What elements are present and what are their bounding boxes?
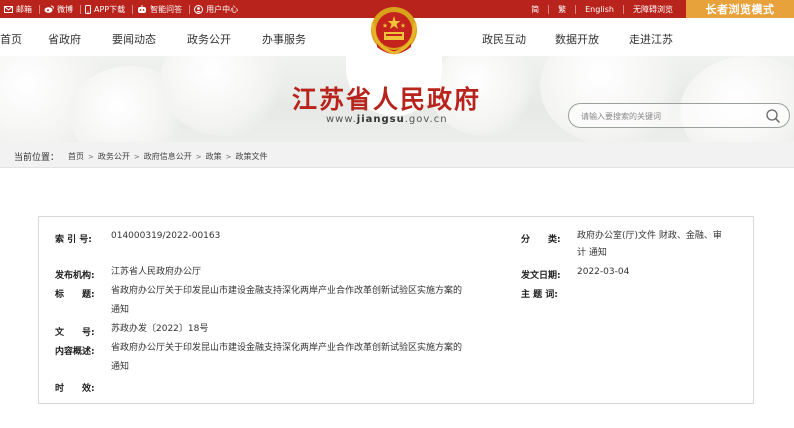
mail-icon bbox=[4, 5, 13, 13]
summary-value-line2: 通知 bbox=[111, 362, 130, 372]
breadcrumb-item-affairs[interactable]: 政务公开 bbox=[98, 151, 130, 162]
nav-item-interaction[interactable]: 政民互动 bbox=[482, 31, 526, 47]
breadcrumb-item-home[interactable]: 首页 bbox=[68, 151, 84, 162]
user-center-label: 用户中心 bbox=[206, 4, 239, 14]
site-url: www.jiangsu.gov.cn bbox=[326, 114, 448, 125]
document-number-label: 文 号: bbox=[55, 328, 95, 338]
breadcrumb-bar: 当前位置： 首页 > 政务公开 > 政府信息公开 > 政策 > 政策文件 bbox=[0, 142, 794, 168]
validity-label: 时 效: bbox=[55, 384, 95, 394]
robot-icon bbox=[137, 4, 147, 14]
title-label: 标 题: bbox=[55, 290, 95, 300]
nav-item-affairs[interactable]: 政务公开 bbox=[187, 31, 231, 47]
issue-date-label: 发文日期: bbox=[521, 271, 561, 281]
document-number-value: 苏政办发〔2022〕18号 bbox=[111, 324, 209, 334]
breadcrumb-item-policy-docs[interactable]: 政策文件 bbox=[236, 151, 268, 162]
site-url-domain: jiangsu bbox=[356, 114, 405, 125]
summary-label: 内容概述: bbox=[55, 347, 95, 357]
breadcrumb-label: 当前位置： bbox=[14, 153, 60, 163]
elder-mode-button[interactable]: 长者浏览模式 bbox=[686, 0, 794, 18]
nav-item-open-data[interactable]: 数据开放 bbox=[555, 31, 599, 47]
search-input[interactable] bbox=[581, 109, 751, 123]
english-link[interactable]: English bbox=[576, 4, 624, 14]
subject-words-label: 主 题 词: bbox=[521, 290, 558, 300]
document-metadata-box: 索 引 号: 014000319/2022-00163 分 类: 政府办公室(厅… bbox=[38, 216, 754, 404]
user-icon bbox=[194, 4, 204, 14]
traditional-chinese-link[interactable]: 繁 bbox=[549, 4, 577, 14]
accessibility-link[interactable]: 无障碍浏览 bbox=[624, 5, 682, 14]
weibo-icon bbox=[44, 5, 54, 13]
mail-label: 邮箱 bbox=[16, 4, 32, 14]
nav-item-home[interactable]: 首页 bbox=[0, 31, 22, 47]
national-emblem-icon[interactable] bbox=[365, 3, 423, 65]
summary-value-line1: 省政府办公厅关于印发昆山市建设金融支持深化两岸产业合作改革创新试验区实施方案的 bbox=[111, 343, 463, 353]
index-number-label: 索 引 号: bbox=[55, 235, 92, 245]
nav-item-about-jiangsu[interactable]: 走进江苏 bbox=[629, 31, 673, 47]
site-url-suffix: .gov.cn bbox=[404, 114, 448, 125]
issuer-label: 发布机构: bbox=[55, 271, 95, 281]
breadcrumb-separator-icon: > bbox=[133, 152, 140, 161]
nav-item-news[interactable]: 要闻动态 bbox=[112, 31, 156, 47]
breadcrumb-item-info-disclosure[interactable]: 政府信息公开 bbox=[144, 151, 192, 162]
title-value-line1: 省政府办公厅关于印发昆山市建设金融支持深化两岸产业合作改革创新试验区实施方案的 bbox=[111, 286, 463, 296]
breadcrumb-item-policy[interactable]: 政策 bbox=[206, 151, 222, 162]
category-value-line1: 政府办公室(厅)文件 财政、金融、审 bbox=[577, 231, 722, 241]
search-box bbox=[568, 103, 790, 128]
weibo-label: 微博 bbox=[57, 4, 73, 14]
title-value-line2: 通知 bbox=[111, 305, 130, 315]
simplified-chinese-link[interactable]: 简 bbox=[522, 4, 550, 14]
issue-date-value: 2022-03-04 bbox=[577, 267, 630, 277]
index-number-value: 014000319/2022-00163 bbox=[111, 231, 221, 241]
mail-link[interactable]: 邮箱 bbox=[0, 4, 40, 14]
breadcrumb-separator-icon: > bbox=[225, 152, 232, 161]
category-label: 分 类: bbox=[521, 235, 561, 245]
breadcrumb: 当前位置： 首页 > 政务公开 > 政府信息公开 > 政策 > 政策文件 bbox=[14, 150, 268, 163]
category-value-line2: 计 通知 bbox=[577, 248, 607, 258]
nav-item-government[interactable]: 省政府 bbox=[48, 31, 81, 47]
phone-icon bbox=[85, 4, 91, 14]
site-url-prefix: www. bbox=[326, 114, 357, 125]
search-icon[interactable] bbox=[765, 108, 781, 128]
app-download-label: APP下载 bbox=[94, 4, 126, 14]
smart-qa-label: 智能问答 bbox=[150, 4, 183, 14]
app-download-link[interactable]: APP下载 bbox=[81, 4, 134, 14]
nav-item-services[interactable]: 办事服务 bbox=[262, 31, 306, 47]
weibo-link[interactable]: 微博 bbox=[40, 4, 81, 14]
site-title: 江苏省人民政府 bbox=[292, 85, 482, 114]
issuer-value: 江苏省人民政府办公厅 bbox=[111, 267, 202, 277]
smart-qa-link[interactable]: 智能问答 bbox=[133, 4, 191, 14]
breadcrumb-separator-icon: > bbox=[88, 152, 94, 161]
breadcrumb-separator-icon: > bbox=[195, 152, 202, 161]
user-center-link[interactable]: 用户中心 bbox=[190, 4, 245, 14]
